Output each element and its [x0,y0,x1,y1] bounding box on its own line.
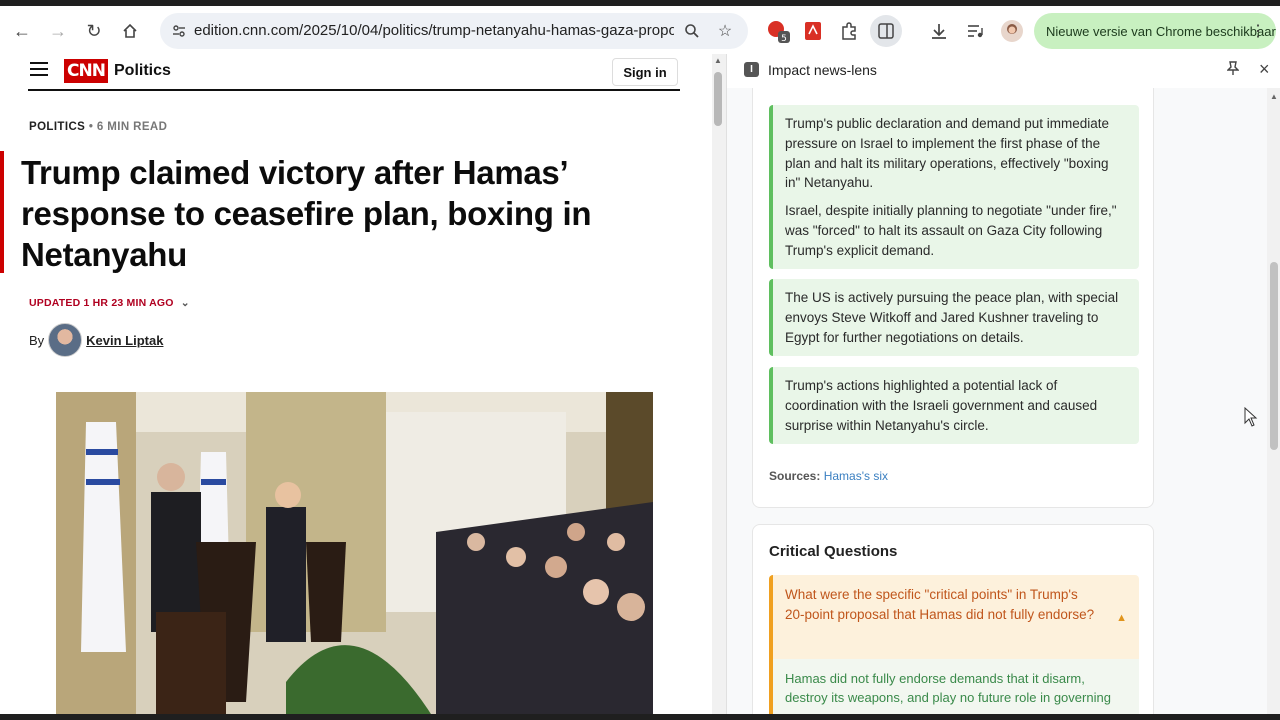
hamburger-menu-icon[interactable] [28,60,50,78]
article-photo[interactable] [56,392,653,720]
back-icon[interactable]: ← [8,17,36,45]
menu-dots-icon[interactable]: ⋮ [1250,21,1266,41]
collapse-triangle-icon[interactable]: ▲ [1116,609,1127,629]
read-time: • 6 MIN READ [85,121,168,133]
side-panel-scroll-thumb[interactable] [1270,262,1278,450]
sign-in-button[interactable]: Sign in [612,58,678,86]
source-link[interactable]: Hamas's six [824,469,888,483]
side-panel-scrollbar[interactable]: ▲ [1267,88,1280,720]
browser-toolbar: ← → ↻ edition.cnn.com/2025/10/04/politic… [0,0,1280,54]
bookmark-star-icon[interactable]: ☆ [713,19,737,43]
chevron-down-icon: ⌄ [180,297,190,309]
scroll-up-icon[interactable]: ▲ [1270,92,1278,101]
author-link[interactable]: Kevin Liptak [86,333,163,348]
extension-badge: 5 [781,34,787,43]
page-scroll-thumb[interactable] [714,72,722,126]
impact-item: Trump's actions highlighted a potential … [769,367,1139,445]
critical-question-toggle[interactable]: What were the specific "critical points"… [769,575,1139,659]
mouse-cursor-icon [1244,407,1258,427]
url-text[interactable]: edition.cnn.com/2025/10/04/politics/trum… [194,22,674,39]
extensions-puzzle-icon[interactable] [837,19,861,43]
home-icon[interactable] [116,17,144,45]
side-panel-header: I Impact news-lens × [727,54,1280,88]
media-control-icon[interactable] [963,19,987,43]
article-headline: Trump claimed victory after Hamas’ respo… [21,154,592,273]
question-answer: Hamas did not fully endorse demands that… [769,659,1139,719]
impact-item: The US is actively pursuing the peace pl… [769,279,1139,357]
cnn-logo[interactable]: CNN [64,59,108,83]
updated-timestamp[interactable]: UPDATED 1 HR 23 MIN AGO ⌄ [29,297,190,309]
profile-avatar-icon[interactable] [1000,19,1024,43]
pin-icon[interactable] [1226,61,1240,78]
by-label: By [29,332,45,348]
author-avatar[interactable] [48,323,83,357]
question-text: What were the specific "critical points"… [785,587,1095,622]
section-title[interactable]: Politics [114,62,171,80]
impact-card: Trump's public declaration and demand pu… [752,88,1154,508]
side-panel: I Impact news-lens × Trump's public decl… [726,54,1280,720]
byline: By Kevin Liptak [29,322,163,358]
extension-red-icon[interactable]: 5 [766,19,790,43]
critical-questions-title: Critical Questions [769,543,898,560]
scroll-up-icon[interactable]: ▲ [714,56,722,65]
headline-accent-bar [0,151,4,273]
site-info-icon[interactable] [168,20,190,42]
impact-item: Trump's public declaration and demand pu… [769,105,1139,203]
window-bottom-edge [0,714,1280,720]
close-icon[interactable]: × [1259,59,1270,80]
article-kicker: POLITICS • 6 MIN READ [29,121,167,133]
critical-questions-card: Critical Questions What were the specifi… [752,524,1154,720]
download-icon[interactable] [927,19,951,43]
update-label: Nieuwe versie van Chrome beschikbaar [1046,23,1276,39]
side-panel-title[interactable]: Impact news-lens [768,62,877,78]
search-icon[interactable] [680,19,704,43]
updated-label: UPDATED 1 HR 23 MIN AGO [29,297,174,309]
article-page: CNN Politics Sign in POLITICS • 6 MIN RE… [0,54,712,720]
section-kicker[interactable]: POLITICS [29,121,85,133]
chrome-update-button[interactable]: Nieuwe versie van Chrome beschikbaar ⋮ [1034,13,1276,49]
sources-label: Sources: [769,469,821,483]
reload-icon[interactable]: ↻ [80,17,108,45]
side-panel-body: Trump's public declaration and demand pu… [727,88,1280,720]
page-scrollbar[interactable]: ▲ [712,54,726,720]
forward-icon[interactable]: → [44,17,72,45]
side-panel-icon[interactable] [870,15,902,47]
news-lens-logo-icon: I [744,62,759,77]
site-header: CNN Politics Sign in [28,54,680,91]
impact-item: Israel, despite initially planning to ne… [769,192,1139,270]
address-bar[interactable]: edition.cnn.com/2025/10/04/politics/trum… [160,13,748,49]
sources-line: Sources: Hamas's six [769,469,888,483]
pdf-extension-icon[interactable] [801,19,825,43]
